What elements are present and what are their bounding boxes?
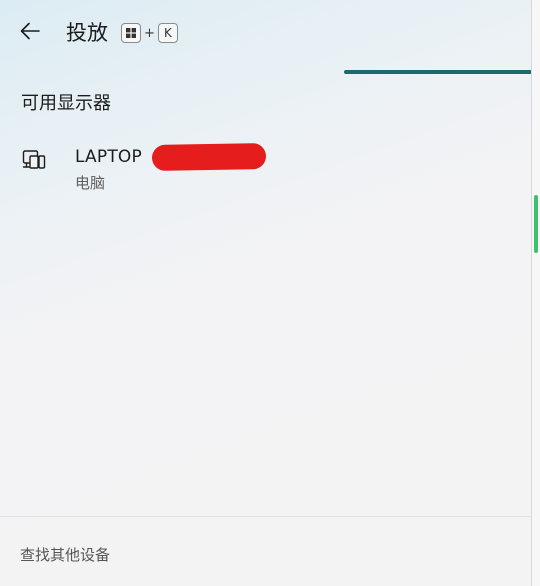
keyboard-shortcut: + K <box>121 23 178 43</box>
windows-key-icon <box>121 23 141 43</box>
scroll-accent <box>534 195 538 253</box>
device-type: 电脑 <box>75 174 106 192</box>
available-displays-heading: 可用显示器 <box>21 93 111 114</box>
find-other-devices-link[interactable]: 查找其他设备 <box>20 545 110 565</box>
shortcut-plus: + <box>144 25 155 41</box>
page-title: 投放 <box>66 21 108 45</box>
laptop-phone-icon <box>22 148 46 176</box>
redaction-mark <box>151 143 267 171</box>
searching-progress-bar <box>344 70 531 74</box>
shortcut-key-k: K <box>157 23 178 43</box>
scroll-edge <box>532 0 540 586</box>
back-button[interactable] <box>0 0 60 62</box>
back-arrow-icon <box>20 22 40 40</box>
cast-panel: 投放 + K 可用显示器 LAPTOP 电脑 查找其他设备 <box>0 0 532 586</box>
device-name: LAPTOP <box>75 147 142 167</box>
footer-divider <box>0 516 531 517</box>
progress-fill <box>344 70 531 74</box>
device-list-item[interactable]: LAPTOP 电脑 <box>12 136 520 200</box>
